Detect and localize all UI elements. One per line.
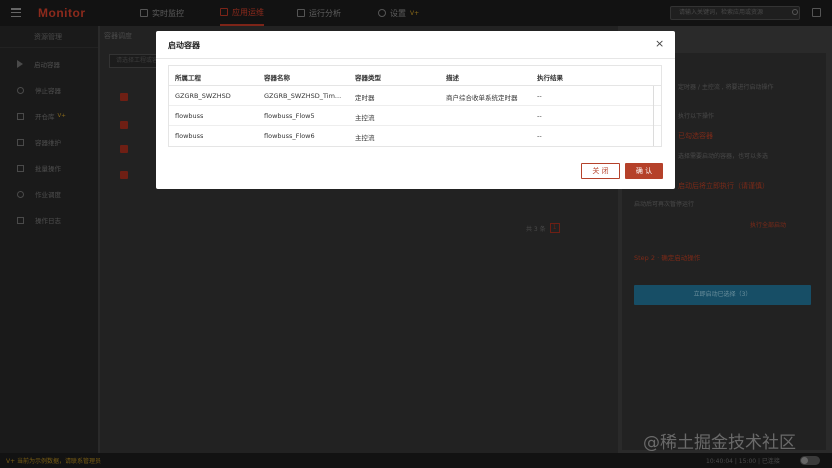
status-bar: V+ 当前为示例数据，请联系管理员 10:40:04 | 15:00 | 已连接	[0, 453, 832, 468]
sidebar: 资源管理 启动容器 停止容器 开仓库 V+ 容器维护 批量操作 作业调度 操作日…	[0, 26, 98, 453]
nav-tab-label: 设置	[390, 8, 406, 18]
cell-container-name: flowbuss_Flow6	[264, 132, 315, 140]
column-header: 容器类型	[355, 74, 381, 82]
sidebar-item-schedule[interactable]: 作业调度	[0, 186, 98, 202]
sidebar-title: 资源管理	[0, 26, 98, 48]
nav-tab-settings[interactable]: 设置 V+	[378, 0, 419, 26]
batch-icon	[17, 164, 24, 172]
play-icon	[17, 60, 23, 68]
confirm-button[interactable]: 确 认	[625, 163, 663, 179]
row-checkbox[interactable]	[120, 121, 128, 129]
toggle-knob	[801, 457, 808, 464]
panel-text: 执行以下操作	[678, 113, 715, 120]
select-all-checkbox[interactable]	[120, 93, 128, 101]
monitor-icon	[140, 9, 148, 17]
panel-text: 启动后可再次暂停运行	[634, 201, 695, 208]
sidebar-item-label: 启动容器	[34, 61, 60, 69]
vip-badge: V+	[57, 113, 66, 119]
vip-badge: V+	[410, 9, 420, 17]
sidebar-item-batch[interactable]: 批量操作	[0, 160, 98, 176]
cell-result: --	[537, 112, 542, 120]
maintain-icon	[17, 138, 24, 146]
sidebar-item-label: 停止容器	[35, 87, 61, 95]
nav-tab-label: 实时监控	[152, 8, 184, 18]
dialog-header: 启动容器 ×	[156, 31, 675, 59]
cell-result: --	[537, 132, 542, 140]
app-logo: Monitor	[38, 6, 86, 20]
table-row: flowbuss flowbuss_Flow6 主控流 --	[169, 126, 661, 146]
sidebar-item-maintain[interactable]: 容器维护	[0, 134, 98, 150]
hamburger-menu-icon[interactable]	[11, 8, 21, 17]
top-bar: Monitor 实时监控 应用运维 运行分析 设置 V+ 请输入关键词，检索应用…	[0, 0, 832, 26]
sidebar-item-stop[interactable]: 停止容器	[0, 82, 98, 98]
search-icon[interactable]	[792, 9, 798, 15]
close-icon[interactable]: ×	[655, 38, 664, 49]
sidebar-item-label: 容器维护	[35, 139, 61, 147]
close-button[interactable]: 关 闭	[581, 163, 620, 179]
cell-description: 商户综合收单系统定时器	[446, 94, 518, 102]
status-left-text: V+ 当前为示例数据，请联系管理员	[6, 458, 102, 465]
cell-project: GZGRB_SWZHSD	[175, 92, 231, 100]
analysis-icon	[297, 9, 305, 17]
column-header: 容器名称	[264, 74, 290, 82]
watermark: @稀土掘金技术社区	[643, 433, 796, 453]
cell-container-name: flowbuss_Flow5	[264, 112, 315, 120]
sidebar-item-log[interactable]: 操作日志	[0, 212, 98, 228]
nav-tab-label: 应用运维	[232, 7, 264, 17]
log-icon	[17, 216, 24, 224]
dialog-title: 启动容器	[168, 41, 200, 50]
nav-tab-analysis[interactable]: 运行分析	[297, 0, 341, 26]
theme-toggle[interactable]	[800, 456, 820, 465]
panel-warning: 启动后将立即执行（请谨慎）	[678, 182, 769, 190]
gear-icon	[378, 9, 386, 17]
column-header: 描述	[446, 74, 459, 82]
cell-type: 主控流	[355, 134, 375, 142]
panel-text: 定时器 / 主控流 , 将要进行启动操作	[678, 84, 774, 91]
cell-type: 主控流	[355, 114, 375, 122]
container-table: 所属工程 容器名称 容器类型 描述 执行结果 GZGRB_SWZHSD GZGR…	[168, 65, 662, 147]
nav-tab-ops[interactable]: 应用运维	[220, 0, 264, 26]
column-header: 所属工程	[175, 74, 201, 82]
row-checkbox[interactable]	[120, 171, 128, 179]
panel-text: 选择需要启动的容器，也可以多选	[678, 153, 769, 160]
global-search-input[interactable]: 请输入关键词，检索应用或资源	[670, 6, 800, 20]
table-header: 所属工程 容器名称 容器类型 描述 执行结果	[169, 66, 661, 86]
nav-tab-monitor[interactable]: 实时监控	[140, 0, 184, 26]
column-header: 执行结果	[537, 74, 563, 82]
stop-icon	[17, 86, 24, 94]
ops-icon	[220, 8, 228, 16]
cell-project: flowbuss	[175, 112, 204, 120]
cell-type: 定时器	[355, 94, 375, 102]
row-checkbox[interactable]	[120, 145, 128, 153]
cell-container-name: GZGRB_SWZHSD_Tim...	[264, 92, 342, 100]
start-selected-button[interactable]: 立即启动已选择（3）	[634, 285, 811, 305]
table-row: GZGRB_SWZHSD GZGRB_SWZHSD_Tim... 定时器 商户综…	[169, 86, 661, 106]
table-row: flowbuss flowbuss_Flow5 主控流 --	[169, 106, 661, 126]
sidebar-item-label: 开仓库	[35, 113, 55, 121]
pager-total: 共 3 条	[526, 225, 546, 233]
window-icon[interactable]	[812, 8, 821, 17]
pager: 共 3 条 1	[526, 223, 560, 233]
table-scrollbar[interactable]	[653, 86, 654, 146]
status-right-text: 10:40:04 | 15:00 | 已连接	[706, 458, 780, 465]
pager-page-current[interactable]: 1	[549, 223, 560, 233]
panel-link[interactable]: 执行全部启动	[750, 220, 786, 229]
main-tab[interactable]: 容器调度	[104, 31, 132, 41]
cell-result: --	[537, 92, 542, 100]
sidebar-item-repo[interactable]: 开仓库 V+	[0, 108, 98, 124]
sidebar-item-label: 批量操作	[35, 165, 61, 173]
sidebar-item-label: 操作日志	[35, 217, 61, 225]
sidebar-item-label: 作业调度	[35, 191, 61, 199]
panel-step2-title: Step 2 · 确定启动操作	[634, 254, 701, 262]
start-container-dialog: 启动容器 × 所属工程 容器名称 容器类型 描述 执行结果 GZGRB_SWZH…	[156, 31, 675, 189]
schedule-icon	[17, 190, 24, 198]
panel-step1-title: 已勾选容器	[678, 132, 713, 140]
sidebar-item-start[interactable]: 启动容器	[0, 56, 98, 72]
cell-project: flowbuss	[175, 132, 204, 140]
nav-tab-label: 运行分析	[309, 8, 341, 18]
repo-icon	[17, 112, 24, 120]
